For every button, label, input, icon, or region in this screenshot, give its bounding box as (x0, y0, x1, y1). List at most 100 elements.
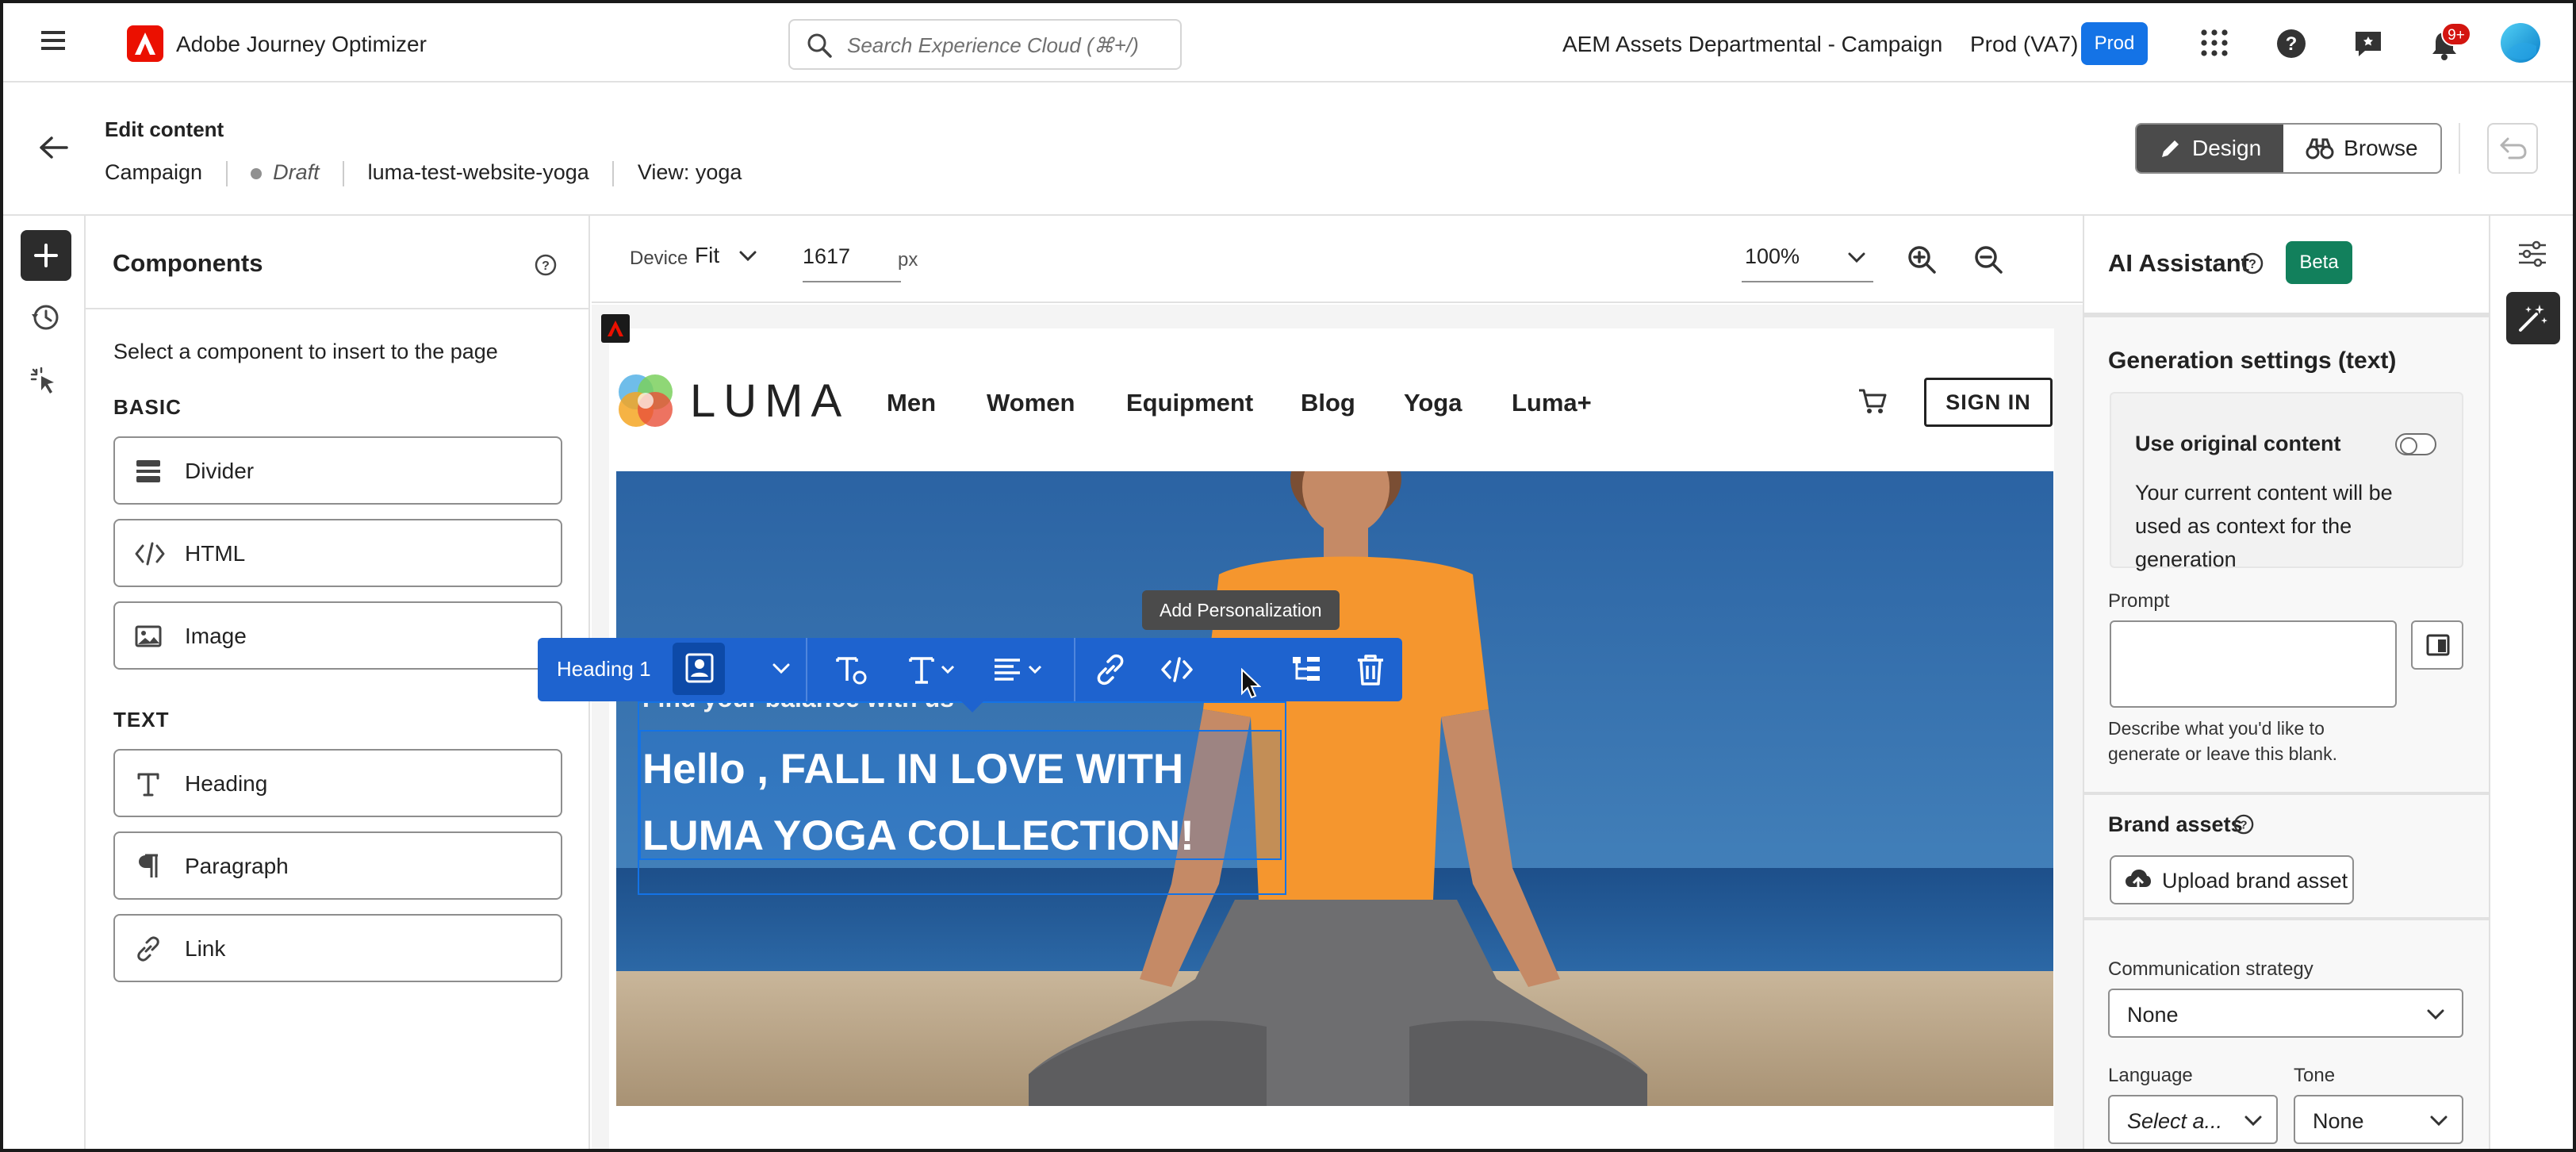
component-link[interactable]: Link (113, 914, 562, 982)
add-personalization-button[interactable] (673, 643, 725, 695)
properties-sliders-icon[interactable] (2517, 240, 2547, 268)
browse-label: Browse (2344, 136, 2418, 160)
prompt-label: Prompt (2108, 590, 2170, 612)
design-mode-button[interactable]: Design (2137, 125, 2284, 172)
undo-button[interactable] (2487, 123, 2538, 174)
code-icon[interactable] (1160, 652, 1194, 687)
history-icon[interactable] (30, 303, 60, 332)
add-components-button[interactable] (21, 230, 71, 281)
luma-logo-text[interactable]: LUMA (690, 374, 849, 428)
paragraph-icon (139, 854, 158, 877)
section-divider (2084, 917, 2489, 920)
device-select[interactable]: Fit (695, 243, 766, 275)
font-size-icon[interactable] (907, 652, 958, 687)
search-input[interactable]: Search Experience Cloud (⌘+/) (788, 19, 1182, 70)
component-image[interactable]: Image (113, 601, 562, 670)
zoom-in-icon[interactable] (1907, 244, 1937, 275)
prompt-library-button[interactable] (2411, 620, 2463, 670)
component-html[interactable]: HTML (113, 519, 562, 587)
prompt-textarea[interactable] (2110, 620, 2397, 708)
strategy-label: Communication strategy (2108, 958, 2313, 980)
environment-label[interactable]: Prod (VA7) (1970, 32, 2078, 57)
chevron-down-icon (2427, 1009, 2444, 1020)
upload-brand-asset-button[interactable]: Upload brand asset (2110, 855, 2354, 904)
notifications-count: 9+ (2441, 22, 2471, 46)
chevron-down-icon (2430, 1116, 2448, 1127)
adobe-logo-icon[interactable] (127, 25, 163, 62)
nav-blog[interactable]: Blog (1301, 389, 1355, 417)
ai-assistant-button[interactable] (2506, 292, 2560, 344)
nav-men[interactable]: Men (887, 389, 936, 417)
canvas-toolbar: Device Fit 1617 px 100% (592, 216, 2083, 303)
selector-icon[interactable] (30, 367, 60, 397)
nav-women[interactable]: Women (987, 389, 1075, 417)
delete-trash-icon[interactable] (1355, 652, 1386, 687)
component-tree-icon[interactable] (1290, 652, 1324, 687)
back-arrow-icon[interactable] (38, 135, 68, 160)
ai-title: AI Assistant (2108, 249, 2250, 277)
components-header: Components ? (86, 216, 588, 309)
plus-icon (34, 244, 58, 267)
basic-section-label: BASIC (113, 395, 182, 419)
nav-equipment[interactable]: Equipment (1126, 389, 1253, 417)
nav-yoga[interactable]: Yoga (1404, 389, 1462, 417)
width-input[interactable]: 1617 (803, 235, 901, 282)
cloud-upload-icon (2126, 870, 2151, 892)
use-original-label: Use original content (2135, 432, 2341, 455)
tone-select[interactable]: None (2294, 1095, 2463, 1144)
luma-logo-icon[interactable] (615, 370, 676, 430)
user-avatar[interactable] (2500, 22, 2541, 63)
language-select[interactable]: Select a... (2108, 1095, 2278, 1144)
left-rail (3, 216, 86, 1149)
breadcrumb-divider (343, 160, 345, 186)
pencil-icon (2162, 140, 2179, 157)
language-value: Select a... (2127, 1109, 2223, 1133)
magic-wand-icon (2519, 305, 2547, 332)
components-hint: Select a component to insert to the page (113, 340, 498, 363)
info-icon[interactable]: ? (535, 254, 557, 276)
help-icon[interactable]: ? (2241, 252, 2264, 275)
image-icon (135, 625, 162, 647)
search-icon (806, 32, 833, 59)
tone-label: Tone (2294, 1065, 2336, 1086)
breadcrumb-campaign[interactable]: Campaign (105, 160, 202, 184)
align-icon[interactable] (991, 652, 1047, 687)
app-name[interactable]: Adobe Journey Optimizer (176, 32, 427, 57)
feedback-icon[interactable] (2352, 29, 2384, 59)
text-section-label: TEXT (113, 708, 170, 732)
component-divider[interactable]: Divider (113, 436, 562, 505)
breadcrumb-divider (225, 160, 228, 186)
zoom-select[interactable]: 100% (1742, 235, 1873, 282)
header-divider (2459, 123, 2460, 174)
text-style-icon[interactable] (834, 652, 869, 687)
chevron-down-icon (1848, 252, 1865, 263)
undo-icon (2500, 137, 2527, 159)
device-value: Fit (695, 243, 720, 267)
strategy-select[interactable]: None (2108, 989, 2463, 1038)
zoom-out-icon[interactable] (1973, 244, 2003, 275)
env-badge[interactable]: Prod (2081, 22, 2148, 65)
nav-luma-plus[interactable]: Luma+ (1512, 389, 1592, 417)
component-heading[interactable]: Heading (113, 749, 562, 817)
cart-icon[interactable] (1857, 387, 1888, 416)
toolbar-divider (1074, 638, 1075, 701)
top-bar: Adobe Journey Optimizer Search Experienc… (3, 3, 2573, 83)
section-divider (2084, 792, 2489, 795)
components-title: Components (113, 249, 263, 277)
design-label: Design (2192, 136, 2262, 160)
browse-mode-button[interactable]: Browse (2283, 125, 2440, 172)
help-icon[interactable]: ? (2276, 29, 2306, 59)
hero-heading[interactable]: Hello , FALL IN LOVE WITH LUMA YOGA COLL… (642, 736, 1277, 870)
help-icon[interactable]: ? (2233, 814, 2254, 835)
block-type-value: Heading 1 (557, 657, 651, 681)
status-label: Draft (273, 160, 320, 184)
apps-grid-icon[interactable] (2200, 29, 2229, 57)
component-paragraph[interactable]: Paragraph (113, 831, 562, 900)
right-rail (2489, 216, 2573, 1149)
use-original-toggle[interactable] (2395, 433, 2436, 455)
org-switcher[interactable]: AEM Assets Departmental - Campaign (1562, 32, 1942, 57)
sign-in-button[interactable]: SIGN IN (1924, 378, 2053, 427)
link-icon[interactable] (1093, 652, 1128, 687)
component-label: Image (185, 624, 247, 648)
hamburger-menu-icon[interactable] (41, 30, 65, 51)
